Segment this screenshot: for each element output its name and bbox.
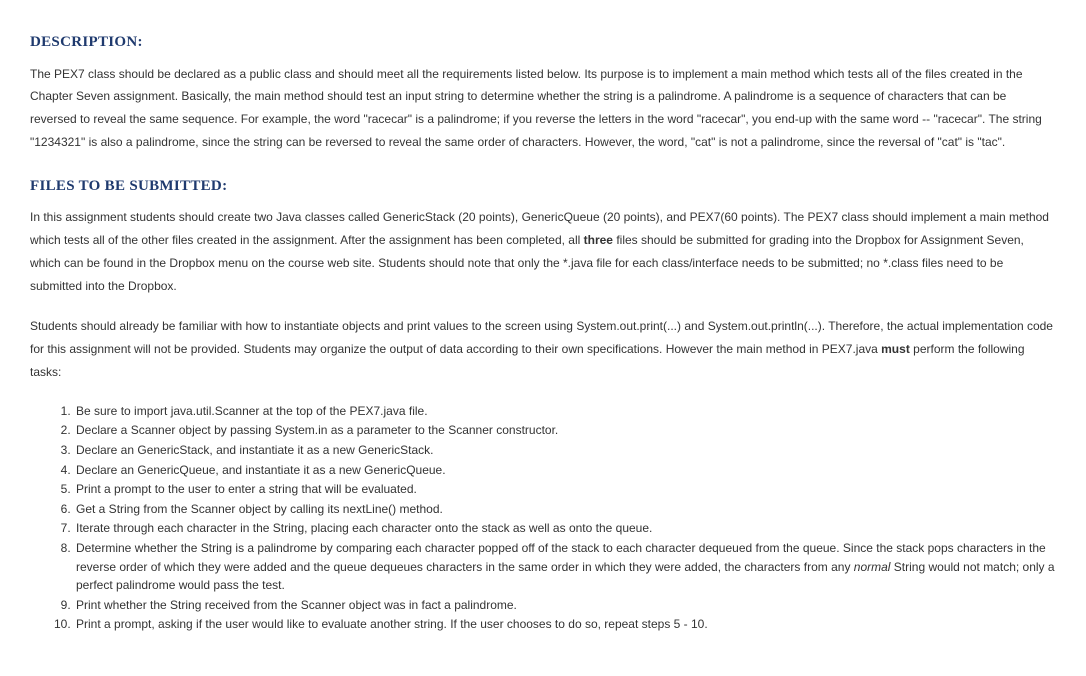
list-item: Declare an GenericStack, and instantiate… — [74, 441, 1056, 460]
files-para1-bold: three — [584, 233, 613, 247]
files-para2: Students should already be familiar with… — [30, 315, 1056, 383]
list-item: Print whether the String received from t… — [74, 596, 1056, 615]
step8-italic: normal — [854, 560, 891, 574]
task-list: Be sure to import java.util.Scanner at t… — [30, 402, 1056, 634]
list-item: Declare an GenericQueue, and instantiate… — [74, 461, 1056, 480]
list-item: Declare a Scanner object by passing Syst… — [74, 421, 1056, 440]
files-para2-bold: must — [881, 342, 910, 356]
files-heading: FILES TO BE SUBMITTED: — [30, 172, 1056, 201]
list-item: Iterate through each character in the St… — [74, 519, 1056, 538]
description-heading: DESCRIPTION: — [30, 28, 1056, 57]
description-body: The PEX7 class should be declared as a p… — [30, 63, 1056, 154]
list-item: Determine whether the String is a palind… — [74, 539, 1056, 595]
files-para1: In this assignment students should creat… — [30, 206, 1056, 297]
list-item: Print a prompt to the user to enter a st… — [74, 480, 1056, 499]
list-item: Be sure to import java.util.Scanner at t… — [74, 402, 1056, 421]
list-item: Print a prompt, asking if the user would… — [74, 615, 1056, 634]
list-item: Get a String from the Scanner object by … — [74, 500, 1056, 519]
